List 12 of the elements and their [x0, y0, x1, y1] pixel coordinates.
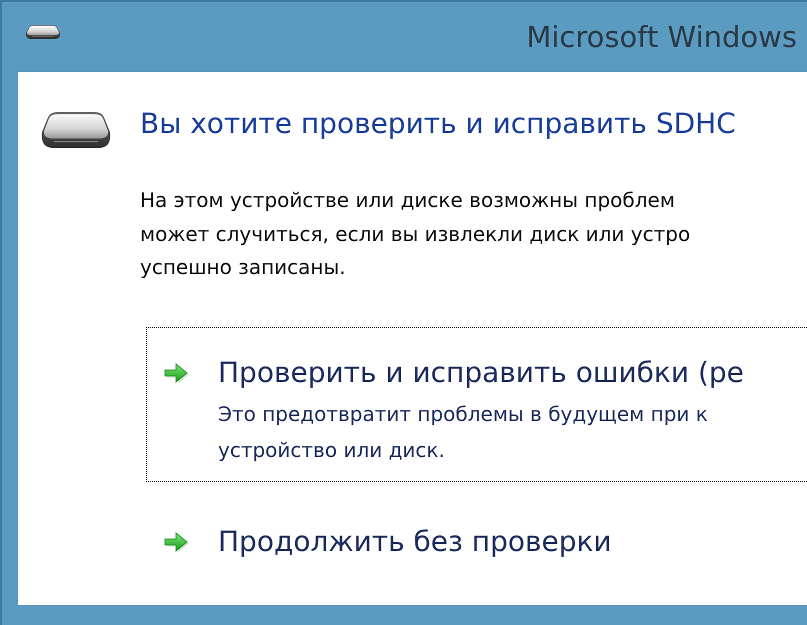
command-link[interactable]: Проверить и исправить ошибки (ре Это предотвратит проблемы в будущем при к устройство или диск. — [146, 326, 807, 482]
arrow-right-icon — [163, 360, 191, 384]
command-link-description: Это предотвратит проблемы в будущем при к устройство или диск. — [218, 400, 709, 464]
dialog-message: На этом устройстве или диске возможны проблем может случиться, если вы извлекли диск или устро успешно записаны. — [139, 187, 692, 281]
window-title: Microsoft Windows — [526, 19, 797, 55]
command-link-title: Продолжить без проверки — [218, 524, 612, 560]
dialog-heading: Вы хотите проверить и исправить SDHC — [140, 106, 736, 142]
command-link-title: Проверить и исправить ошибки (ре — [218, 354, 744, 390]
drive-icon — [40, 112, 112, 148]
arrow-right-icon — [163, 530, 191, 554]
drive-icon — [25, 25, 61, 39]
command-link[interactable]: Продолжить без проверки — [146, 496, 807, 576]
